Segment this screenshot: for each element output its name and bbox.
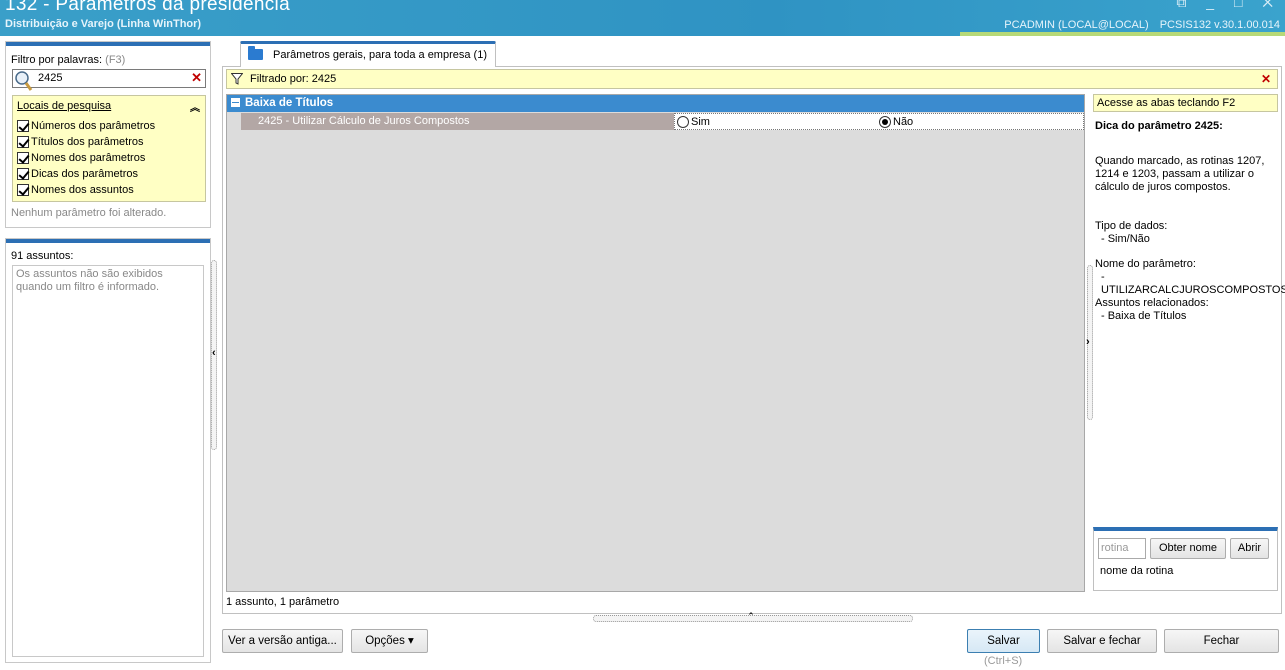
save-shortcut: (Ctrl+S): [984, 655, 1023, 667]
radio-nao[interactable]: [879, 116, 891, 128]
help-type-value: - Sim/Não: [1101, 233, 1150, 245]
abrir-button[interactable]: Abrir: [1230, 538, 1269, 559]
subjects-count: 91 assuntos:: [11, 250, 74, 262]
help-desc-line: 1214 e 1203, passam a utilizar o: [1095, 168, 1254, 180]
window-controls[interactable]: ⧉ _ □ ✕: [1176, 0, 1281, 11]
collapse-group-icon[interactable]: [231, 98, 240, 107]
subjects-list: Os assuntos não são exibidos quando um f…: [12, 265, 204, 657]
save-close-button[interactable]: Salvar e fechar: [1047, 629, 1157, 653]
filter-panel: Filtro por palavras: (F3) 2425 ✕ Locais …: [5, 41, 211, 228]
help-related-label: Assuntos relacionados:: [1095, 297, 1209, 309]
old-version-button[interactable]: Ver a versão antiga...: [222, 629, 343, 653]
expand-up-icon[interactable]: ˆ: [749, 612, 753, 624]
magnifier-icon: [15, 71, 33, 91]
help-name-value: - UTILIZARCALCJUROSCOMPOSTOS: [1101, 271, 1285, 296]
tab-label: Parâmetros gerais, para toda a empresa (…: [273, 49, 487, 61]
title-accent: [960, 32, 1285, 36]
search-value: 2425: [38, 72, 63, 84]
obter-nome-button[interactable]: Obter nome: [1150, 538, 1226, 559]
checkbox-icon[interactable]: [17, 120, 29, 132]
help-name-label: Nome do parâmetro:: [1095, 258, 1196, 270]
collapse-chevron-icon[interactable]: ︽: [190, 99, 200, 114]
help-desc-line: cálculo de juros compostos.: [1095, 181, 1231, 193]
location-option[interactable]: Números dos parâmetros: [17, 118, 155, 134]
location-label: Números dos parâmetros: [31, 120, 156, 132]
window-title: 132 - Parâmetros da presidência: [5, 0, 290, 15]
filter-shortcut: (F3): [105, 54, 126, 66]
locations-header[interactable]: Locais de pesquisa: [17, 100, 111, 112]
parameters-grid: Baixa de Títulos 2425 - Utilizar Cálculo…: [226, 94, 1085, 592]
filter-status-bar: Filtrado por: 2425 ✕: [226, 69, 1278, 89]
folder-icon: [248, 46, 263, 60]
location-option[interactable]: Dicas dos parâmetros: [17, 166, 138, 182]
checkbox-icon[interactable]: [17, 184, 29, 196]
radio-nao-label: Não: [893, 116, 914, 128]
help-title: Dica do parâmetro 2425:: [1095, 120, 1223, 132]
help-desc-line: Quando marcado, as rotinas 1207,: [1095, 155, 1265, 167]
group-row[interactable]: Baixa de Títulos: [227, 95, 1084, 112]
rotina-input[interactable]: rotina: [1098, 538, 1146, 559]
subjects-panel: 91 assuntos: Os assuntos não são exibido…: [5, 238, 211, 663]
session-info: PCADMIN (LOCAL@LOCAL) PCSIS132 v.30.1.00…: [996, 19, 1280, 31]
parameter-name: 2425 - Utilizar Cálculo de Juros Compost…: [241, 113, 674, 130]
title-bar: 132 - Parâmetros da presidência Distribu…: [0, 0, 1285, 36]
panel-topbar: [6, 42, 210, 46]
no-change-note: Nenhum parâmetro foi alterado.: [11, 207, 167, 219]
radio-sim-label: Sim: [691, 116, 710, 128]
panel-topbar: [6, 239, 210, 243]
grid-status: 1 assunto, 1 parâmetro: [226, 596, 340, 608]
clear-search-icon[interactable]: ✕: [191, 70, 202, 86]
search-input[interactable]: 2425 ✕: [12, 69, 206, 91]
rotina-panel: rotina Obter nome Abrir nome da rotina: [1093, 527, 1278, 591]
radio-sim[interactable]: [677, 116, 689, 128]
location-option[interactable]: Nomes dos parâmetros: [17, 150, 145, 166]
parameter-value: Sim Não: [674, 113, 1084, 130]
version-label: PCSIS132 v.30.1.00.014: [1159, 19, 1280, 31]
rotina-note: nome da rotina: [1100, 565, 1174, 577]
user-label: PCADMIN (LOCAL@LOCAL): [1004, 19, 1149, 31]
location-option[interactable]: Títulos dos parâmetros: [17, 134, 144, 150]
filter-status-text: Filtrado por: 2425: [250, 73, 337, 85]
group-title: Baixa de Títulos: [245, 97, 334, 109]
tab-general-params[interactable]: Parâmetros gerais, para toda a empresa (…: [240, 41, 496, 67]
save-button[interactable]: Salvar: [967, 629, 1040, 653]
location-option[interactable]: Nomes dos assuntos: [17, 182, 134, 198]
location-label: Títulos dos parâmetros: [31, 136, 144, 148]
window-subtitle: Distribuição e Varejo (Linha WinThor): [5, 18, 202, 30]
expand-right-icon[interactable]: ›: [1086, 336, 1090, 348]
options-button[interactable]: Opções ▾: [351, 629, 428, 653]
search-locations: Locais de pesquisa ︽ Números dos parâmet…: [12, 95, 206, 202]
help-type-label: Tipo de dados:: [1095, 220, 1168, 232]
collapse-left-icon[interactable]: ‹: [212, 347, 216, 359]
clear-filter-icon[interactable]: ✕: [1261, 72, 1271, 86]
filter-label-text: Filtro por palavras:: [11, 54, 103, 66]
checkbox-icon[interactable]: [17, 168, 29, 180]
location-label: Nomes dos assuntos: [31, 184, 134, 196]
close-button[interactable]: Fechar: [1164, 629, 1279, 653]
help-hint: Acesse as abas teclando F2: [1093, 94, 1278, 112]
bottom-splitter[interactable]: [593, 615, 913, 622]
location-label: Nomes dos parâmetros: [31, 152, 146, 164]
checkbox-icon[interactable]: [17, 152, 29, 164]
location-label: Dicas dos parâmetros: [31, 168, 138, 180]
parameter-row[interactable]: 2425 - Utilizar Cálculo de Juros Compost…: [227, 113, 1084, 130]
filter-label: Filtro por palavras: (F3): [11, 54, 125, 66]
checkbox-icon[interactable]: [17, 136, 29, 148]
funnel-icon: [231, 73, 243, 85]
help-related-value: - Baixa de Títulos: [1101, 310, 1187, 322]
